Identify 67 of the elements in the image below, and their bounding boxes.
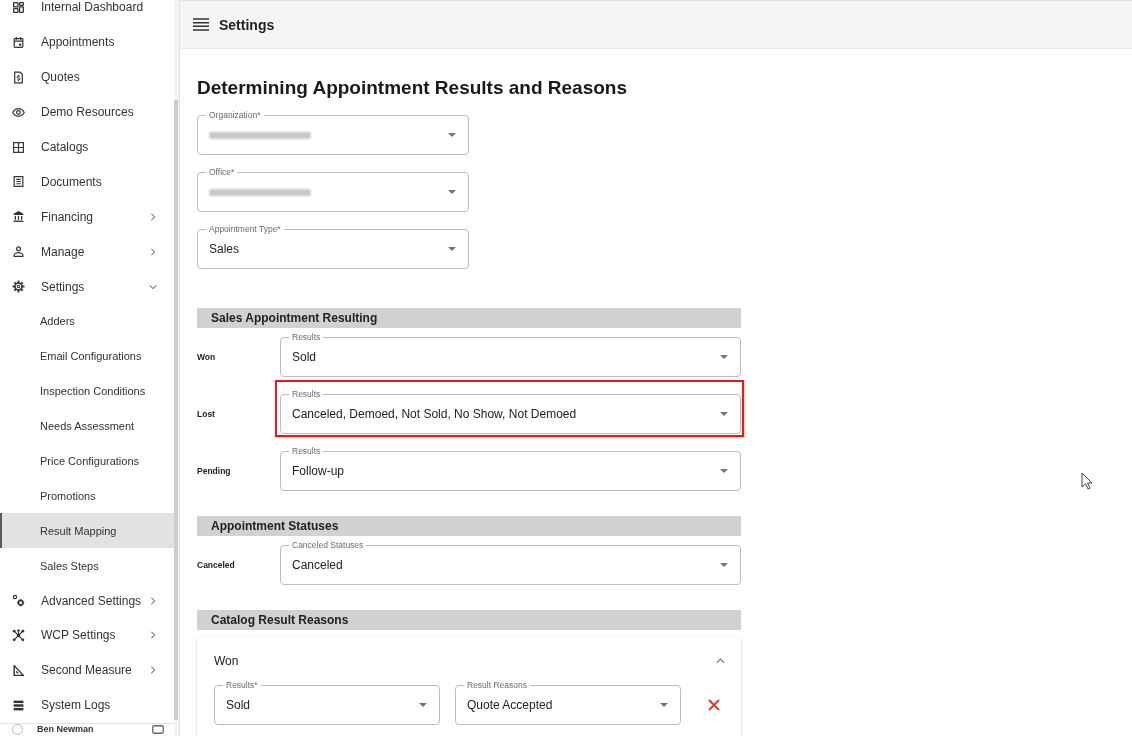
nav-item[interactable]: Settings — [0, 269, 174, 304]
user-name: Ben Newman — [37, 724, 94, 736]
dollar-document-icon — [12, 70, 25, 84]
dashboard-icon — [12, 0, 25, 14]
nav-item[interactable]: System Logs — [0, 687, 174, 723]
field-label: Results — [289, 446, 324, 456]
gears-icon — [12, 594, 25, 608]
close-icon — [708, 699, 720, 711]
document-icon — [12, 175, 25, 189]
chevron-up-icon — [716, 658, 725, 664]
settings-icon — [12, 280, 25, 294]
caret-icon — [720, 355, 728, 359]
nav-item[interactable]: Internal Dashboard — [0, 0, 174, 25]
eye-icon — [12, 105, 25, 119]
caret-icon — [419, 703, 427, 707]
nav-item[interactable]: Manage — [0, 234, 174, 270]
field-label: Canceled Statuses — [289, 540, 367, 550]
bank-icon — [12, 210, 25, 224]
nav-subitem[interactable]: Result Mapping — [0, 513, 174, 549]
app-bar-title: Settings — [219, 16, 275, 33]
nav-item[interactable]: Catalogs — [0, 129, 174, 165]
calendar-icon — [12, 35, 25, 49]
nav-subitem[interactable]: Promotions — [0, 478, 174, 514]
network-icon — [12, 628, 25, 642]
stacked-bars-icon — [12, 698, 25, 712]
expansion-header[interactable]: Won — [214, 651, 724, 671]
caret-icon — [448, 247, 456, 251]
nav-item[interactable]: Quotes — [0, 59, 174, 95]
row-label: Won — [197, 352, 217, 362]
nav-subitem[interactable]: Email Configurations — [0, 338, 174, 374]
row-label: Pending — [197, 466, 232, 476]
caret-icon — [720, 469, 728, 473]
caret-icon — [720, 412, 728, 416]
person-icon — [12, 245, 25, 259]
grid-icon — [12, 140, 25, 154]
nav-item[interactable]: WCP Settings — [0, 618, 174, 653]
nav-item[interactable]: Advanced Settings — [0, 583, 174, 619]
section-header: Appointment Statuses — [197, 516, 741, 536]
field-label: Results — [289, 332, 324, 342]
field-label: Result Reasons — [464, 680, 530, 690]
nav-subitem[interactable]: Needs Assessment — [0, 408, 174, 444]
nav-item[interactable]: Appointments — [0, 24, 174, 60]
field-label: Results* — [223, 680, 261, 690]
nav-subitem[interactable]: Inspection Conditions — [0, 373, 174, 409]
caret-icon — [720, 563, 728, 567]
field-label: Organization* — [206, 110, 264, 120]
nav-item[interactable]: Financing — [0, 199, 174, 235]
nav-item[interactable]: Documents — [0, 164, 174, 200]
caret-icon — [448, 133, 456, 137]
caret-icon — [448, 190, 456, 194]
caret-icon — [660, 703, 668, 707]
section-header: Catalog Result Reasons — [197, 610, 741, 630]
menu-icon[interactable] — [193, 18, 209, 31]
nav-item[interactable]: Second Measure — [0, 652, 174, 688]
nav-subitem[interactable]: Sales Steps — [0, 548, 174, 584]
rectangle-icon[interactable] — [152, 725, 164, 735]
row-label: Lost — [197, 409, 216, 419]
field-label: Appointment Type* — [206, 224, 284, 234]
nav-item[interactable]: Demo Resources — [0, 94, 174, 130]
page-title: Determining Appointment Results and Reasons — [197, 77, 628, 99]
field-label: Results — [289, 389, 324, 399]
section-header: Sales Appointment Resulting — [197, 308, 741, 328]
nav-subitem[interactable]: Price Configurations — [0, 443, 174, 479]
nav-subitem[interactable]: Adders — [0, 304, 174, 339]
pointer-cursor-icon — [1081, 472, 1093, 490]
field-label: Office* — [206, 167, 238, 177]
row-label: Canceled — [197, 560, 236, 570]
